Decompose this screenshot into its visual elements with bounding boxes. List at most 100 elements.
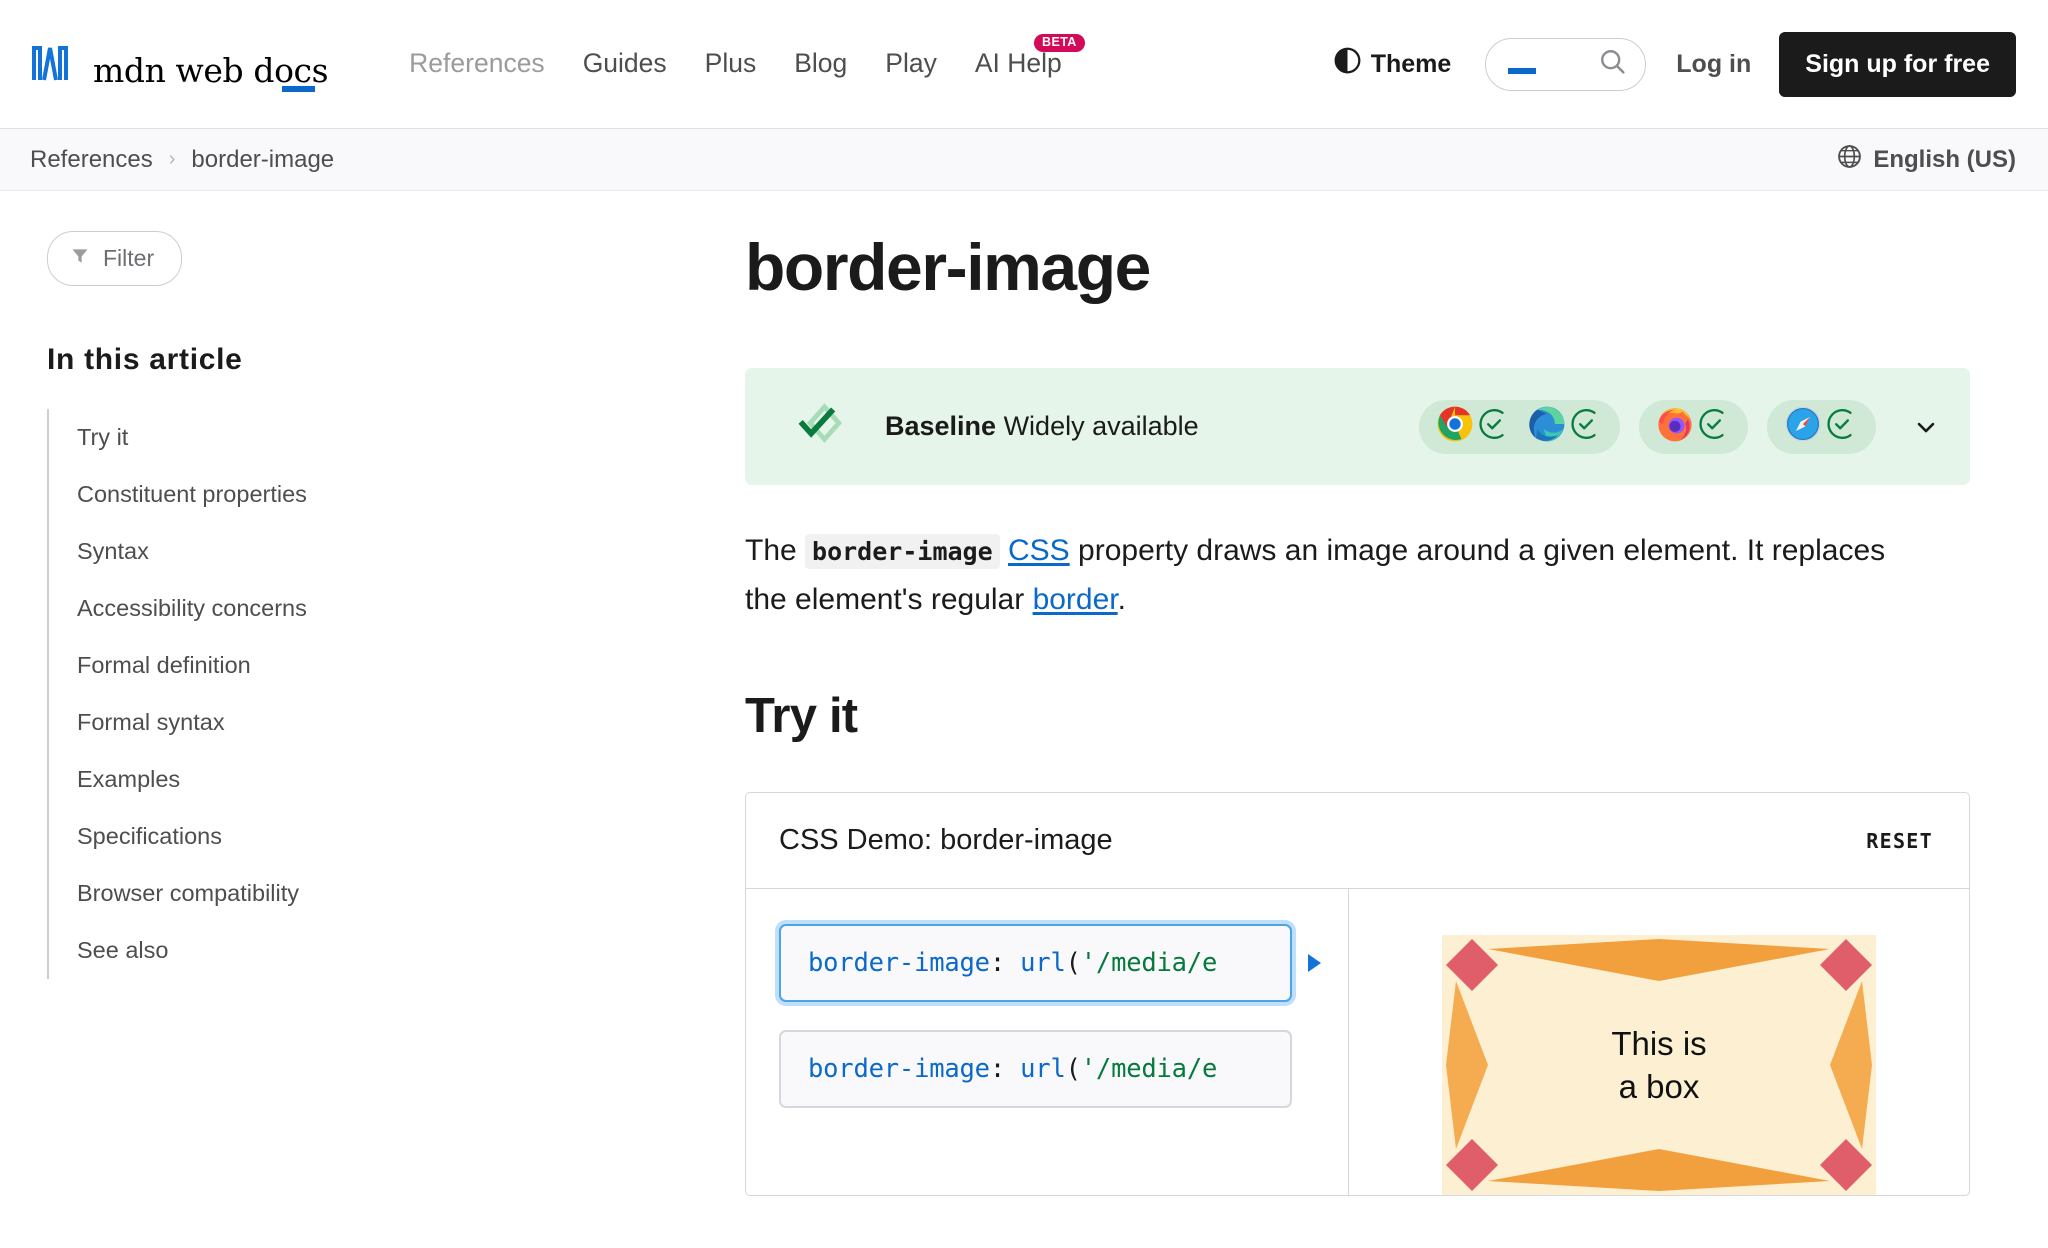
code-token-property: border-image xyxy=(808,948,990,978)
css-link[interactable]: CSS xyxy=(1008,534,1070,567)
css-demo-body: border-image: url('/media/e border-image… xyxy=(746,889,1969,1195)
css-demo-choices: border-image: url('/media/e border-image… xyxy=(746,889,1349,1195)
css-choice-option-1[interactable]: border-image: url('/media/e xyxy=(779,924,1292,1002)
login-link[interactable]: Log in xyxy=(1676,50,1751,79)
css-choice-code: border-image: url('/media/e xyxy=(808,948,1217,978)
page-body: Filter In this article Try it Constituen… xyxy=(0,191,2048,1247)
intro-paragraph: The border-image CSS property draws an i… xyxy=(745,527,1935,624)
play-triangle-icon[interactable] xyxy=(1308,954,1321,972)
language-label: English (US) xyxy=(1873,146,2016,174)
mdn-logo[interactable]: mdn web docs xyxy=(30,42,328,87)
toc-item-syntax[interactable]: Syntax xyxy=(77,523,745,580)
toc-item-browser-compatibility[interactable]: Browser compatibility xyxy=(77,865,745,922)
breadcrumb-parent-link[interactable]: References xyxy=(30,146,153,174)
browser-pill-safari xyxy=(1767,400,1876,454)
toc-item-formal-syntax[interactable]: Formal syntax xyxy=(77,694,745,751)
css-choice-row-1: border-image: url('/media/e xyxy=(779,924,1348,1002)
search-icon xyxy=(1598,47,1627,81)
browser-support-list xyxy=(1419,400,1940,454)
code-token-string: '/media/e xyxy=(1081,948,1217,978)
browser-support-firefox xyxy=(1656,405,1731,448)
preview-text-line2: a box xyxy=(1611,1065,1706,1109)
browser-pill-firefox xyxy=(1639,400,1748,454)
css-choice-option-2[interactable]: border-image: url('/media/e xyxy=(779,1030,1292,1108)
edge-icon xyxy=(1528,405,1566,448)
breadcrumb: References › border-image xyxy=(30,146,334,174)
nav-label: References xyxy=(409,48,545,78)
breadcrumb-current: border-image xyxy=(191,146,334,174)
mdn-logo-text: mdn web docs xyxy=(93,54,328,87)
safari-icon xyxy=(1784,405,1822,448)
firefox-icon xyxy=(1656,405,1694,448)
css-demo-header: CSS Demo: border-image RESET xyxy=(746,793,1969,889)
code-token-string: '/media/e xyxy=(1081,1054,1217,1084)
code-token-colon: : xyxy=(990,1054,1020,1084)
nav-item-play[interactable]: Play xyxy=(866,48,956,80)
border-image-preview-box: This is a box xyxy=(1442,935,1876,1195)
toc-item-accessibility-concerns[interactable]: Accessibility concerns xyxy=(77,580,745,637)
chevron-down-icon[interactable] xyxy=(1912,413,1940,441)
preview-text-line1: This is xyxy=(1611,1022,1706,1066)
baseline-label: Baseline Widely available xyxy=(885,411,1199,442)
filter-label: Filter xyxy=(103,245,154,272)
nav-label: Play xyxy=(885,48,937,78)
toc-item-formal-definition[interactable]: Formal definition xyxy=(77,637,745,694)
toc-item-constituent-properties[interactable]: Constituent properties xyxy=(77,466,745,523)
browser-support-safari xyxy=(1784,405,1859,448)
css-demo-preview: This is a box xyxy=(1349,889,1969,1195)
mdn-logo-underscore xyxy=(282,86,315,92)
intro-part3: . xyxy=(1118,583,1126,616)
intro-part1: The xyxy=(745,534,805,567)
toc-item-see-also[interactable]: See also xyxy=(77,922,745,979)
nav-item-plus[interactable]: Plus xyxy=(686,48,776,80)
code-token-property: border-image xyxy=(808,1054,990,1084)
code-token-func: url xyxy=(1020,948,1065,978)
baseline-label-bold: Baseline xyxy=(885,411,996,441)
article-main: border-image Baseline Widely available xyxy=(745,191,2048,1247)
breadcrumb-bar: References › border-image English (US) xyxy=(0,129,2048,191)
beta-badge: BETA xyxy=(1034,34,1085,52)
sidebar: Filter In this article Try it Constituen… xyxy=(0,191,745,1247)
filter-button[interactable]: Filter xyxy=(47,231,182,286)
toc-item-examples[interactable]: Examples xyxy=(77,751,745,808)
search-input[interactable] xyxy=(1485,38,1646,91)
css-demo-title: CSS Demo: border-image xyxy=(779,824,1113,857)
css-choice-row-2: border-image: url('/media/e xyxy=(779,1030,1348,1108)
browser-pill-chrome-edge xyxy=(1419,400,1620,454)
browser-support-chrome xyxy=(1436,405,1511,448)
nav-item-guides[interactable]: Guides xyxy=(564,48,686,80)
search-cursor xyxy=(1508,68,1536,74)
header-actions: Theme Log in Sign up for free xyxy=(1334,32,2016,97)
nav-item-references[interactable]: References xyxy=(390,48,564,80)
nav-label: Guides xyxy=(583,48,667,78)
css-choice-code: border-image: url('/media/e xyxy=(808,1054,1217,1084)
section-heading-try-it: Try it xyxy=(745,688,1978,744)
check-circle-icon xyxy=(1569,407,1603,446)
nav-item-blog[interactable]: Blog xyxy=(775,48,866,80)
funnel-icon xyxy=(70,245,90,272)
code-token-func: url xyxy=(1020,1054,1065,1084)
chevron-right-icon: › xyxy=(169,148,176,171)
toc-item-try-it[interactable]: Try it xyxy=(77,409,745,466)
chrome-icon xyxy=(1436,405,1474,448)
nav-label: AI Help xyxy=(975,48,1062,78)
nav-label: Blog xyxy=(794,48,847,78)
language-selector[interactable]: English (US) xyxy=(1837,144,2016,176)
nav-item-ai-help[interactable]: AI Help BETA xyxy=(956,48,1081,80)
theme-toggle-button[interactable]: Theme xyxy=(1334,47,1452,81)
baseline-banner: Baseline Widely available xyxy=(745,368,1970,485)
globe-icon xyxy=(1837,144,1862,176)
border-link[interactable]: border xyxy=(1033,583,1118,616)
half-circle-icon xyxy=(1334,47,1361,81)
theme-label: Theme xyxy=(1371,50,1452,79)
toc-item-specifications[interactable]: Specifications xyxy=(77,808,745,865)
page-title: border-image xyxy=(745,233,1978,302)
check-circle-icon xyxy=(1697,407,1731,446)
reset-button[interactable]: RESET xyxy=(1866,829,1933,853)
choice-spacer xyxy=(779,1002,1348,1030)
css-demo-panel: CSS Demo: border-image RESET border-imag… xyxy=(745,792,1970,1196)
signup-button[interactable]: Sign up for free xyxy=(1779,32,2016,97)
mdn-logo-icon xyxy=(30,42,82,87)
code-token-colon: : xyxy=(990,948,1020,978)
site-header: mdn web docs References Guides Plus Blog… xyxy=(0,0,2048,129)
